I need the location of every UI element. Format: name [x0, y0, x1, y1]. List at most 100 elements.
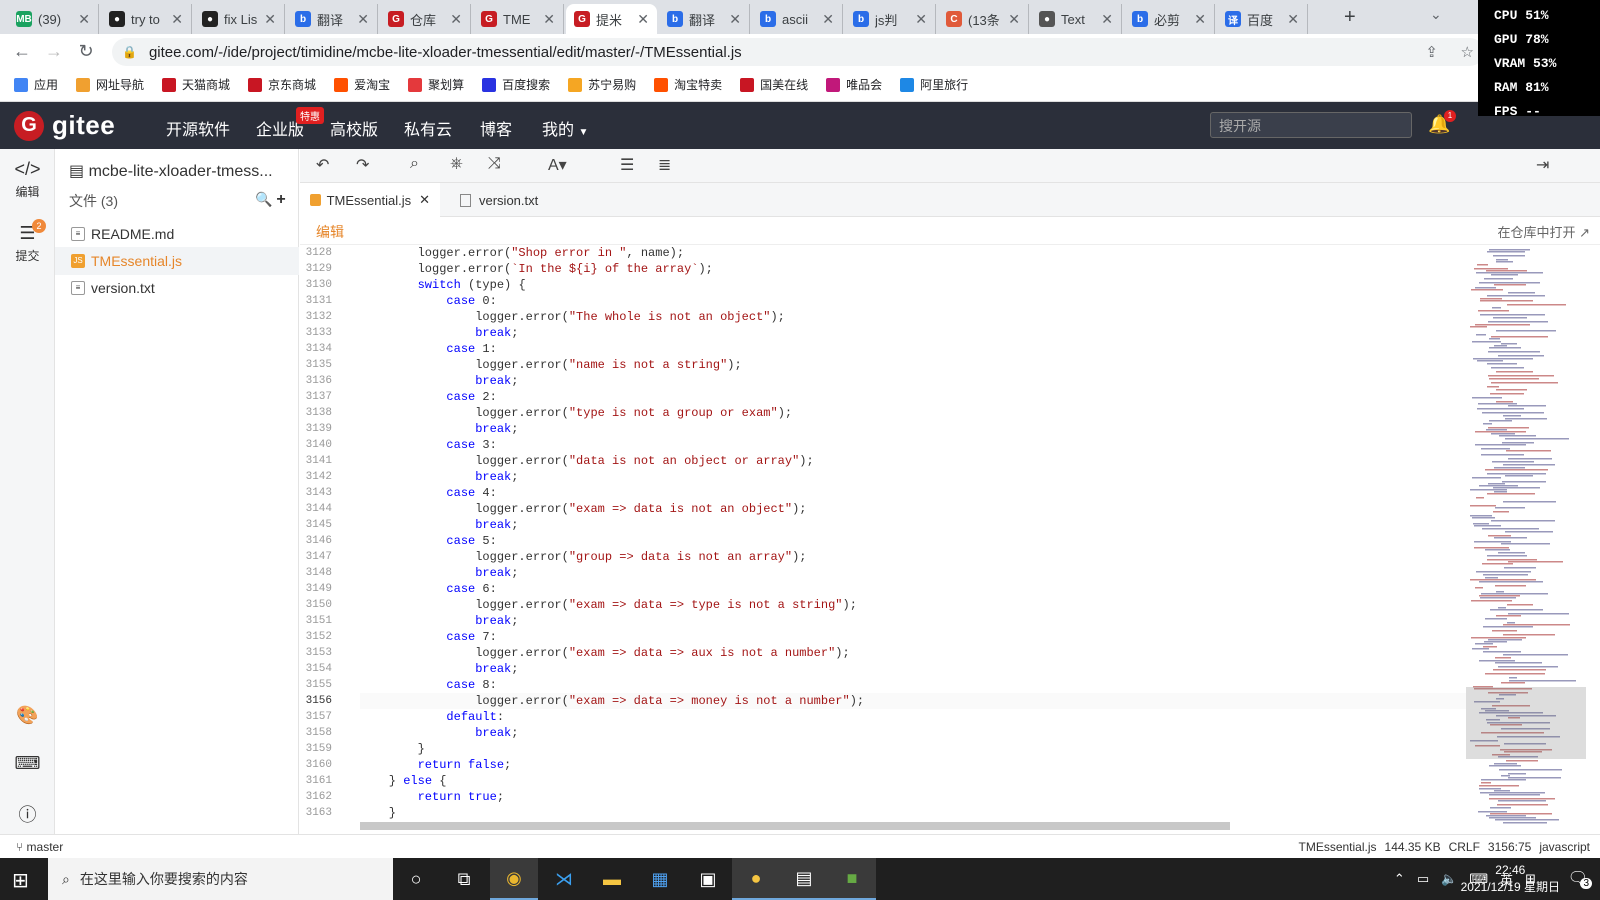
browser-tab[interactable]: b ascii ✕: [752, 4, 843, 34]
address-bar[interactable]: 🔒 gitee.com/-/ide/project/timidine/mcbe-…: [112, 38, 1484, 66]
exit-icon[interactable]: ⇥: [1536, 155, 1549, 175]
code-line[interactable]: case 5:: [360, 533, 1466, 549]
code-line[interactable]: break;: [360, 373, 1466, 389]
code-line[interactable]: logger.error(`In the ${i} of the array`)…: [360, 261, 1466, 277]
edit-mode-tab[interactable]: 编辑: [316, 222, 344, 247]
code-line[interactable]: logger.error("exam => data => aux is not…: [360, 645, 1466, 661]
cortana-icon[interactable]: ○: [392, 858, 440, 900]
gitee-search-input[interactable]: 搜开源: [1210, 112, 1412, 138]
code-line[interactable]: break;: [360, 725, 1466, 741]
file-item-tmessential[interactable]: JS TMEssential.js: [55, 247, 299, 275]
tab-search-dropdown-icon[interactable]: ⌄: [1430, 6, 1442, 23]
bookmark-item[interactable]: 京东商城: [248, 76, 316, 93]
minimap-slider[interactable]: [1466, 687, 1586, 759]
browser-tab[interactable]: ● fix Lis ✕: [194, 4, 285, 34]
system-clock[interactable]: 22:46 2021/12/19 星期日: [1461, 862, 1560, 896]
store-icon[interactable]: ▦: [636, 858, 684, 900]
code-line[interactable]: case 6:: [360, 581, 1466, 597]
add-file-icon[interactable]: +: [276, 191, 285, 208]
browser-tab[interactable]: G 仓库 ✕: [380, 4, 471, 34]
bookmark-item[interactable]: 阿里旅行: [900, 76, 968, 93]
network-icon[interactable]: ▭: [1417, 871, 1429, 887]
reload-icon[interactable]: ↻: [70, 41, 102, 62]
code-line[interactable]: break;: [360, 517, 1466, 533]
close-tab-icon[interactable]: ✕: [1008, 11, 1020, 28]
shuffle-icon[interactable]: ⤨: [488, 155, 501, 173]
browser-tab[interactable]: C (13条 ✕: [938, 4, 1029, 34]
repo-title[interactable]: ▤ mcbe-lite-xloader-tmess...: [69, 161, 294, 181]
replace-icon[interactable]: ⎈: [450, 155, 463, 173]
code-line[interactable]: case 0:: [360, 293, 1466, 309]
bookmark-item[interactable]: 聚划算: [408, 76, 464, 93]
bookmark-item[interactable]: 爱淘宝: [334, 76, 390, 93]
code-line[interactable]: case 7:: [360, 629, 1466, 645]
bookmark-star-icon[interactable]: ☆: [1461, 43, 1474, 61]
code-line[interactable]: logger.error("type is not a group or exa…: [360, 405, 1466, 421]
code-line[interactable]: case 8:: [360, 677, 1466, 693]
gitee-logo[interactable]: G gitee: [14, 110, 115, 141]
close-tab-icon[interactable]: ✕: [78, 11, 90, 28]
code-line[interactable]: logger.error("data is not an object or a…: [360, 453, 1466, 469]
theme-icon[interactable]: 🎨: [0, 705, 55, 726]
code-line[interactable]: break;: [360, 565, 1466, 581]
find-icon[interactable]: ⌕: [410, 155, 419, 173]
close-tab-icon[interactable]: ✕: [264, 11, 276, 28]
bookmark-item[interactable]: 淘宝特卖: [654, 76, 722, 93]
vertical-scrollbar[interactable]: [1586, 245, 1600, 828]
close-tab-icon[interactable]: ✕: [171, 11, 183, 28]
info-icon[interactable]: ⓘ: [0, 801, 55, 827]
action-center-icon[interactable]: 🗨 3: [1568, 868, 1592, 889]
keyboard-icon[interactable]: ⌨: [0, 753, 55, 774]
code-line[interactable]: logger.error("exam => data => type is no…: [360, 597, 1466, 613]
code-line[interactable]: default:: [360, 709, 1466, 725]
status-position[interactable]: 3156:75: [1488, 840, 1531, 854]
chevron-up-icon[interactable]: ⌃: [1394, 871, 1405, 887]
windows-start-icon[interactable]: ⊞: [12, 868, 29, 893]
app-icon[interactable]: ▣: [684, 858, 732, 900]
status-eol[interactable]: CRLF: [1449, 840, 1480, 854]
code-line[interactable]: case 2:: [360, 389, 1466, 405]
minecraft-icon[interactable]: ■: [828, 858, 876, 900]
nav-private-cloud[interactable]: 私有云: [404, 116, 452, 140]
browser-tab[interactable]: ● Text ✕: [1031, 4, 1122, 34]
browser-tab[interactable]: ● try to ✕: [101, 4, 192, 34]
code-line[interactable]: logger.error("name is not a string");: [360, 357, 1466, 373]
code-line[interactable]: logger.error("exam => data is not an obj…: [360, 501, 1466, 517]
browser-tab[interactable]: b 翻译 ✕: [287, 4, 378, 34]
file-explorer-icon[interactable]: ▬: [588, 858, 636, 900]
taskbar-search[interactable]: ⌕ 在这里输入你要搜索的内容: [48, 858, 393, 900]
volume-icon[interactable]: 🔈: [1441, 871, 1457, 887]
browser-tab[interactable]: 译百度 ✕: [1217, 4, 1308, 34]
open-in-repo-link[interactable]: 在仓库中打开 ↗: [1497, 222, 1590, 241]
code-line[interactable]: break;: [360, 421, 1466, 437]
browser-tab[interactable]: b js判 ✕: [845, 4, 936, 34]
code-line[interactable]: break;: [360, 325, 1466, 341]
nav-mine[interactable]: 我的 ▼: [542, 116, 588, 140]
code-line[interactable]: logger.error("group => data is not an ar…: [360, 549, 1466, 565]
nav-open-source[interactable]: 开源软件: [166, 116, 230, 140]
wrap-icon[interactable]: ≣: [658, 155, 671, 175]
activity-commit[interactable]: ☰ 提交: [0, 223, 55, 264]
new-tab-button[interactable]: +: [1344, 6, 1356, 29]
browser-tab[interactable]: b 必剪 ✕: [1124, 4, 1215, 34]
code-line[interactable]: }: [360, 741, 1466, 757]
file-item-readme[interactable]: ≡ README.md: [55, 220, 299, 248]
vscode-icon[interactable]: ⋊: [540, 858, 588, 900]
code-line[interactable]: break;: [360, 661, 1466, 677]
code-line[interactable]: logger.error("Shop error in ", name);: [360, 245, 1466, 261]
tab-tmessential[interactable]: TMEssential.js ✕: [300, 183, 440, 217]
close-tab-icon[interactable]: ✕: [729, 11, 741, 28]
close-icon[interactable]: ✕: [419, 192, 430, 208]
close-tab-icon[interactable]: ✕: [915, 11, 927, 28]
code-line[interactable]: } else {: [360, 773, 1466, 789]
chrome-icon[interactable]: ◉: [490, 858, 538, 900]
code-line[interactable]: case 3:: [360, 437, 1466, 453]
qq-icon[interactable]: ●: [732, 858, 780, 900]
nav-education[interactable]: 高校版: [330, 116, 378, 140]
bookmark-item[interactable]: 唯品会: [826, 76, 882, 93]
close-tab-icon[interactable]: ✕: [450, 11, 462, 28]
bookmark-item[interactable]: 天猫商城: [162, 76, 230, 93]
font-size-icon[interactable]: A▾: [548, 155, 567, 175]
share-icon[interactable]: ⇪: [1425, 43, 1438, 61]
file-item-version[interactable]: ≡ version.txt: [55, 274, 299, 302]
